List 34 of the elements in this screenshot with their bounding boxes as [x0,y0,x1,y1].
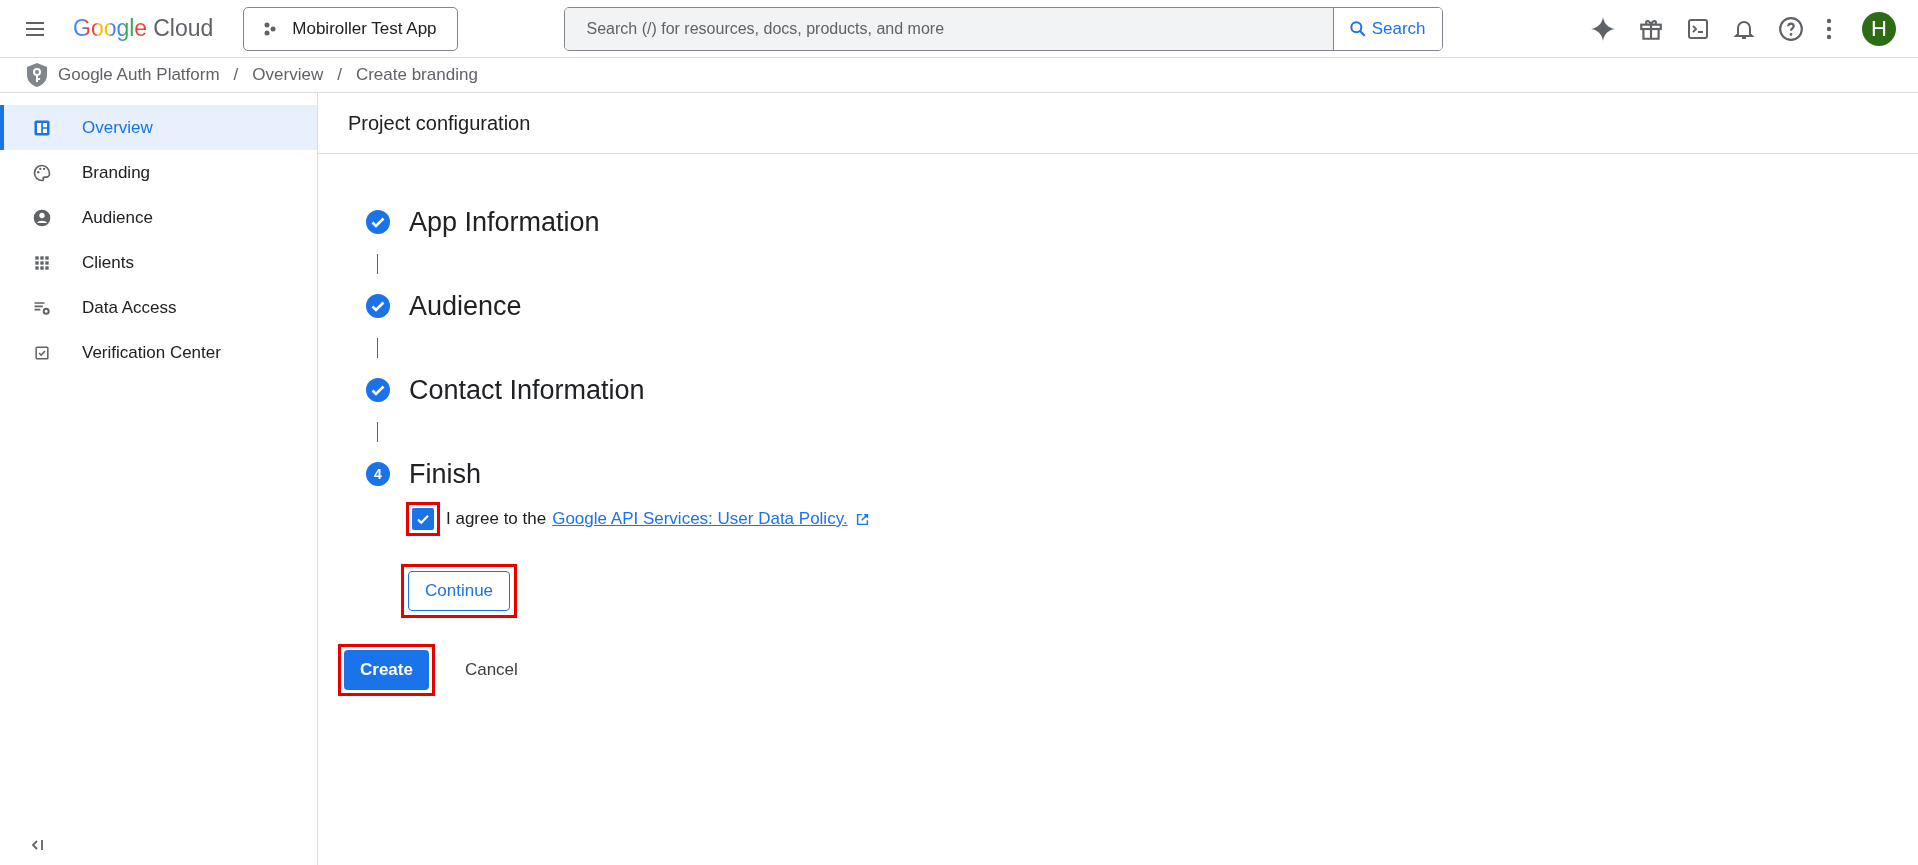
checkbox[interactable] [412,508,434,530]
step-title: Audience [409,290,522,322]
step-number: 4 [366,462,390,486]
person-icon [32,207,52,228]
sidebar-item[interactable]: Data Access [0,285,317,330]
continue-button[interactable]: Continue [408,571,511,611]
breadcrumb-link[interactable]: Overview [252,65,324,85]
breadcrumb-link[interactable]: Create branding [355,65,478,85]
step-title: App Information [409,206,600,238]
breadcrumb-separator: / [337,65,342,85]
sidebar-item[interactable]: Audience [0,195,317,240]
policy-link[interactable]: Google API Services: User Data Policy. [552,509,848,529]
project-picker[interactable]: Mobiroller Test App [243,6,458,51]
collapse-icon[interactable] [30,837,46,853]
agreement-label: I agree to the [446,509,547,529]
terminal-icon[interactable] [1686,16,1710,41]
breadcrumb-separator: / [233,65,239,85]
logo-text: Cloud [153,15,214,42]
more-icon[interactable] [1826,17,1832,40]
shield-key-icon [26,62,48,88]
breadcrumb-link[interactable]: Google Auth Platform [58,65,220,85]
avatar[interactable]: H [1862,11,1896,46]
sidebar-item[interactable]: Overview [0,105,317,150]
step-title: Contact Information [409,374,645,406]
create-button[interactable]: Create [344,650,429,690]
help-icon[interactable] [1778,15,1804,42]
step-title: Finish [409,458,482,490]
external-link-icon [855,512,869,526]
page-title: Project configuration [348,111,531,135]
sidebar-item[interactable]: Clients [0,240,317,285]
palette-icon [32,162,52,183]
sidebar-item[interactable]: Verification Center [0,330,317,375]
sidebar-item[interactable]: Branding [0,150,317,195]
logo-text: Google [73,15,148,42]
